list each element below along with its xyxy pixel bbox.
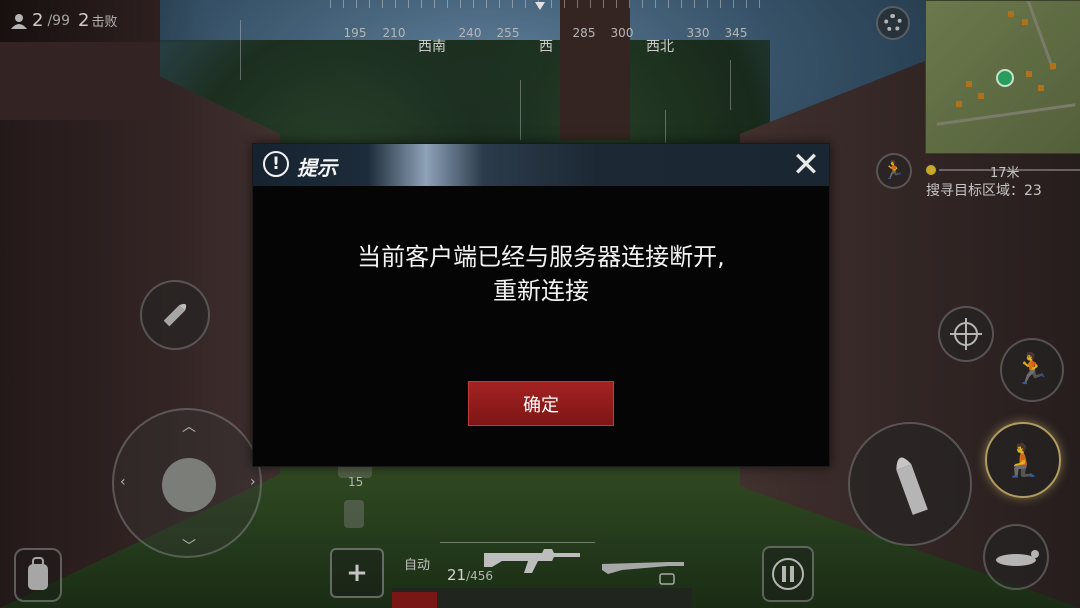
message-line-2: 重新连接 [493, 277, 589, 305]
warning-icon: ! [263, 151, 289, 177]
dialog-message: 当前客户端已经与服务器连接断开, 重新连接 [283, 240, 799, 308]
message-line-1: 当前客户端已经与服务器连接断开, [357, 243, 725, 271]
confirm-button[interactable]: 确定 [468, 381, 614, 426]
disconnect-dialog: ! 提示 ✕ 当前客户端已经与服务器连接断开, 重新连接 确定 [252, 143, 830, 467]
close-button[interactable]: ✕ [789, 148, 823, 182]
dialog-title: 提示 [297, 156, 337, 180]
dialog-header: ! 提示 ✕ [253, 144, 829, 186]
